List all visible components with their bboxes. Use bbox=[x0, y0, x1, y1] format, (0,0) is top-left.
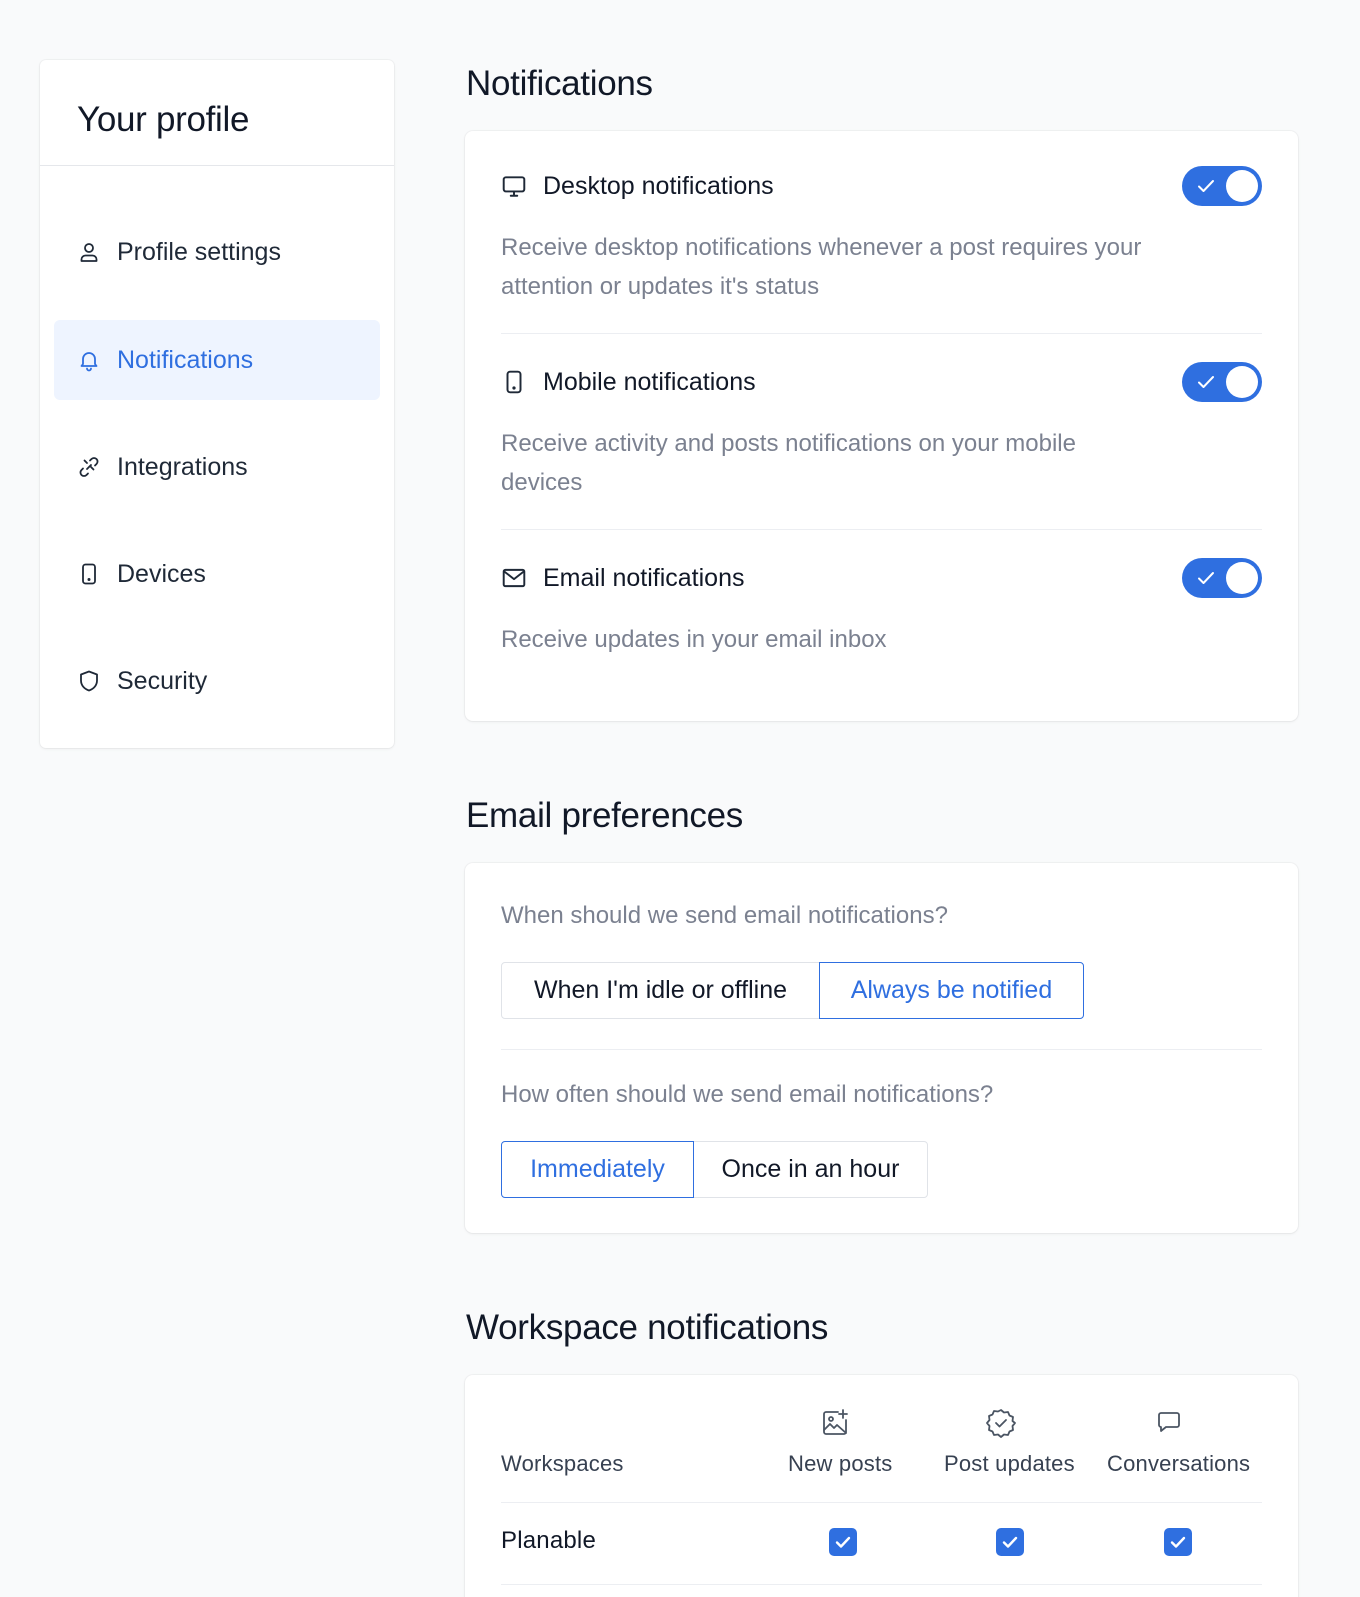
sidebar-item-label: Notifications bbox=[117, 345, 254, 374]
notification-description: Receive desktop notifications whenever a… bbox=[501, 234, 1142, 300]
email-preferences-title: Email preferences bbox=[466, 796, 743, 835]
sidebar-item-notifications[interactable]: Notifications bbox=[54, 320, 380, 400]
email-notification-row: Email notifications Receive updates in y… bbox=[501, 558, 1262, 659]
conversations-column-header: Conversations bbox=[1107, 1451, 1251, 1476]
notifications-section-title: Notifications bbox=[466, 64, 653, 103]
workspaces-column-header: Workspaces bbox=[501, 1451, 624, 1476]
mobile-notifications-toggle[interactable] bbox=[1182, 362, 1262, 402]
email-notifications-toggle[interactable] bbox=[1182, 558, 1262, 598]
notification-description: Receive updates in your email inbox bbox=[501, 626, 887, 653]
user-icon bbox=[77, 240, 101, 264]
workspace-name: Planable bbox=[501, 1527, 597, 1554]
workspace-notifications-card: Workspaces New posts Post updates Conver… bbox=[465, 1375, 1298, 1597]
mail-icon bbox=[501, 565, 527, 591]
shield-icon bbox=[77, 669, 101, 693]
check-icon bbox=[1198, 180, 1214, 192]
sidebar-item-devices[interactable]: Devices bbox=[54, 534, 380, 614]
check-icon bbox=[1198, 376, 1214, 388]
chat-bubble-icon bbox=[1153, 1407, 1185, 1439]
sidebar-item-security[interactable]: Security bbox=[54, 641, 380, 721]
when-segmented-control: When I'm idle or offline Always be notif… bbox=[501, 962, 1084, 1019]
divider bbox=[501, 529, 1262, 530]
sidebar-item-label: Security bbox=[117, 666, 208, 695]
once-an-hour-option[interactable]: Once in an hour bbox=[693, 1141, 928, 1198]
check-icon bbox=[1170, 1536, 1186, 1548]
badge-check-icon bbox=[985, 1407, 1017, 1439]
desktop-notification-row: Desktop notifications Receive desktop no… bbox=[501, 166, 1262, 306]
profile-sidebar: Your profile Profile settings Notificati… bbox=[40, 60, 394, 748]
desktop-notifications-toggle[interactable] bbox=[1182, 166, 1262, 206]
divider bbox=[501, 1502, 1262, 1503]
check-icon bbox=[1002, 1536, 1018, 1548]
email-preferences-card: When should we send email notifications?… bbox=[465, 863, 1298, 1233]
check-icon bbox=[835, 1536, 851, 1548]
mobile-icon bbox=[501, 369, 527, 395]
always-notified-option[interactable]: Always be notified bbox=[819, 962, 1084, 1019]
notification-title: Desktop notifications bbox=[543, 171, 774, 200]
image-plus-icon bbox=[819, 1407, 851, 1439]
planable-conversations-checkbox[interactable] bbox=[1164, 1528, 1192, 1556]
workspace-notifications-title: Workspace notifications bbox=[466, 1308, 829, 1347]
check-icon bbox=[1198, 572, 1214, 584]
immediately-option[interactable]: Immediately bbox=[501, 1141, 694, 1198]
monitor-icon bbox=[501, 173, 527, 199]
idle-offline-option[interactable]: When I'm idle or offline bbox=[501, 962, 820, 1019]
when-question: When should we send email notifications? bbox=[501, 902, 948, 929]
mobile-notification-row: Mobile notifications Receive activity an… bbox=[501, 362, 1262, 502]
sidebar-title: Your profile bbox=[77, 100, 250, 139]
sidebar-item-label: Devices bbox=[117, 559, 206, 588]
planable-post-updates-checkbox[interactable] bbox=[996, 1528, 1024, 1556]
toggle-knob bbox=[1226, 562, 1258, 594]
sidebar-item-label: Integrations bbox=[117, 452, 248, 481]
toggle-knob bbox=[1226, 170, 1258, 202]
sidebar-header: Your profile bbox=[40, 60, 394, 166]
sidebar-item-label: Profile settings bbox=[117, 237, 281, 266]
toggle-knob bbox=[1226, 366, 1258, 398]
frequency-question: How often should we send email notificat… bbox=[501, 1081, 994, 1108]
divider bbox=[501, 333, 1262, 334]
mobile-icon bbox=[77, 562, 101, 586]
notifications-card: Desktop notifications Receive desktop no… bbox=[465, 131, 1298, 721]
bell-icon bbox=[77, 348, 101, 372]
divider bbox=[501, 1584, 1262, 1585]
sidebar-item-profile-settings[interactable]: Profile settings bbox=[54, 212, 380, 292]
planable-new-posts-checkbox[interactable] bbox=[829, 1528, 857, 1556]
notification-title: Email notifications bbox=[543, 563, 745, 592]
link-icon bbox=[77, 455, 101, 479]
new-posts-column-header: New posts bbox=[788, 1451, 893, 1476]
post-updates-column-header: Post updates bbox=[944, 1451, 1075, 1476]
notification-title: Mobile notifications bbox=[543, 367, 756, 396]
divider bbox=[501, 1049, 1262, 1050]
notification-description: Receive activity and posts notifications… bbox=[501, 430, 1076, 496]
sidebar-item-integrations[interactable]: Integrations bbox=[54, 427, 380, 507]
frequency-segmented-control: Immediately Once in an hour bbox=[501, 1141, 928, 1198]
